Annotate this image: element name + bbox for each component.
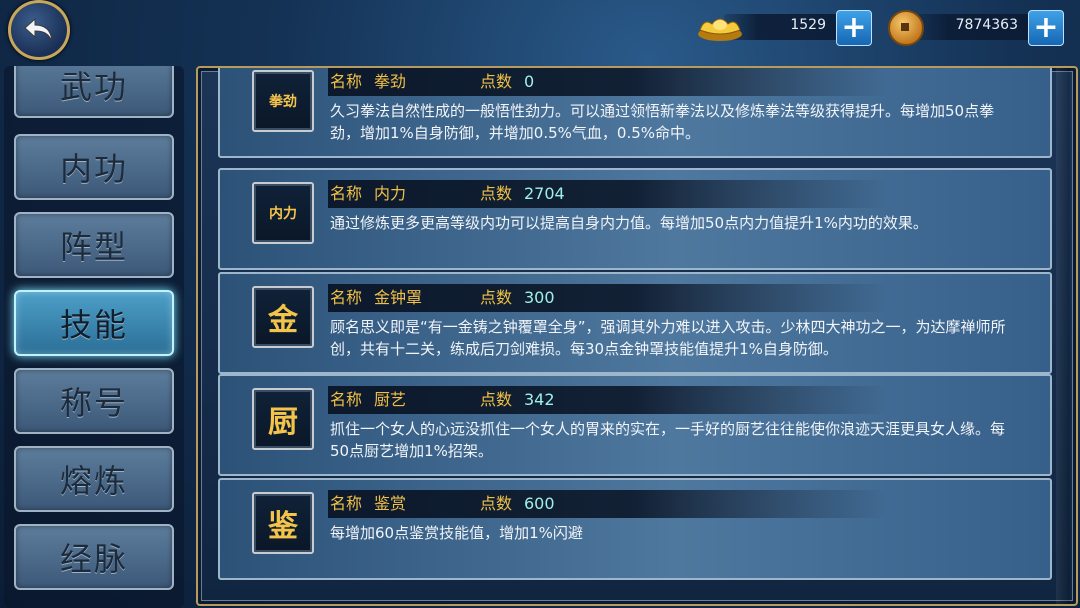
skill-description: 抓住一个女人的心远没抓住一个女人的胃来的实在，一手好的厨艺往往能使你浪迹天涯更具… — [330, 420, 1006, 460]
sidebar-item-inner-skill[interactable]: 内功 — [14, 134, 174, 200]
cooking-skill-icon: 厨 — [252, 388, 314, 450]
skill-name: 内力 — [374, 184, 407, 203]
copper-coin-resource: 7874363 + — [888, 10, 1064, 46]
skill-card-golden-bell: 金 名称 金钟罩 点数 300 顾名思义即是“有一金铸之钟覆罩全身”，强调其外力… — [218, 272, 1052, 374]
name-label: 名称 — [330, 72, 363, 91]
skill-name: 鉴赏 — [374, 494, 407, 513]
gold-ingot-resource: 1529 + — [696, 10, 872, 46]
points-label: 点数 — [480, 184, 513, 203]
skill-points: 2704 — [524, 184, 565, 203]
copper-coin-icon — [888, 10, 924, 46]
copper-value: 7874363 — [955, 17, 1018, 33]
sidebar-item-skills[interactable]: 技能 — [14, 290, 174, 356]
points-label: 点数 — [480, 288, 513, 307]
skill-header: 名称 厨艺 点数 342 — [328, 386, 888, 414]
back-arrow-icon — [24, 17, 53, 42]
name-label: 名称 — [330, 288, 363, 307]
name-label: 名称 — [330, 494, 363, 513]
inner-power-skill-icon: 内力 — [252, 182, 314, 244]
panel-right-edge — [1056, 68, 1070, 604]
sidebar-item-martial-arts[interactable]: 武功 — [14, 66, 174, 118]
skill-points: 600 — [524, 494, 555, 513]
gold-value: 1529 — [790, 17, 826, 33]
sidebar-item-meridians[interactable]: 经脉 — [14, 524, 174, 590]
skill-name: 厨艺 — [374, 390, 407, 409]
back-button[interactable] — [8, 0, 70, 60]
skill-card-cooking: 厨 名称 厨艺 点数 342 抓住一个女人的心远没抓住一个女人的胃来的实在，一手… — [218, 374, 1052, 476]
points-label: 点数 — [480, 390, 513, 409]
skill-name: 拳劲 — [374, 72, 407, 91]
sidebar-item-formation[interactable]: 阵型 — [14, 212, 174, 278]
appraisal-skill-icon: 鉴 — [252, 492, 314, 554]
skill-points: 342 — [524, 390, 555, 409]
add-gold-button[interactable]: + — [836, 10, 872, 46]
points-label: 点数 — [480, 72, 513, 91]
points-label: 点数 — [480, 494, 513, 513]
skill-header: 名称 鉴赏 点数 600 — [328, 490, 888, 518]
skill-description: 顾名思义即是“有一金铸之钟覆罩全身”，强调其外力难以进入攻击。少林四大神功之一，… — [330, 318, 1006, 358]
skill-description: 每增加60点鉴赏技能值，增加1%闪避 — [330, 524, 583, 542]
skill-description: 通过修炼更多更高等级内功可以提高自身内力值。每增加50点内力值提升1%内功的效果… — [330, 214, 928, 232]
skill-points: 0 — [524, 72, 535, 91]
sidebar-item-titles[interactable]: 称号 — [14, 368, 174, 434]
fist-power-skill-icon: 拳劲 — [252, 70, 314, 132]
gold-ingot-icon — [698, 18, 742, 41]
name-label: 名称 — [330, 390, 363, 409]
golden-bell-skill-icon: 金 — [252, 286, 314, 348]
add-copper-button[interactable]: + — [1028, 10, 1064, 46]
name-label: 名称 — [330, 184, 363, 203]
skill-header: 名称 拳劲 点数 0 — [328, 68, 888, 96]
sidebar-item-smelting[interactable]: 熔炼 — [14, 446, 174, 512]
skill-card-fist-power: 拳劲 名称 拳劲 点数 0 久习拳法自然性成的一般悟性劲力。可以通过领悟新拳法以… — [218, 68, 1052, 158]
skill-card-inner-power: 内力 名称 内力 点数 2704 通过修炼更多更高等级内功可以提高自身内力值。每… — [218, 168, 1052, 270]
skill-header: 名称 内力 点数 2704 — [328, 180, 888, 208]
skill-name: 金钟罩 — [374, 288, 423, 307]
skills-panel: 拳劲 名称 拳劲 点数 0 久习拳法自然性成的一般悟性劲力。可以通过领悟新拳法以… — [196, 66, 1078, 606]
skill-header: 名称 金钟罩 点数 300 — [328, 284, 888, 312]
skill-description: 久习拳法自然性成的一般悟性劲力。可以通过领悟新拳法以及修炼拳法等级获得提升。每增… — [330, 102, 995, 142]
skill-points: 300 — [524, 288, 555, 307]
skills-list[interactable]: 拳劲 名称 拳劲 点数 0 久习拳法自然性成的一般悟性劲力。可以通过领悟新拳法以… — [218, 68, 1052, 588]
category-sidebar: 武功 内功 阵型 技能 称号 熔炼 经脉 — [4, 66, 184, 608]
skill-card-appraisal: 鉴 名称 鉴赏 点数 600 每增加60点鉴赏技能值，增加1%闪避 — [218, 478, 1052, 580]
